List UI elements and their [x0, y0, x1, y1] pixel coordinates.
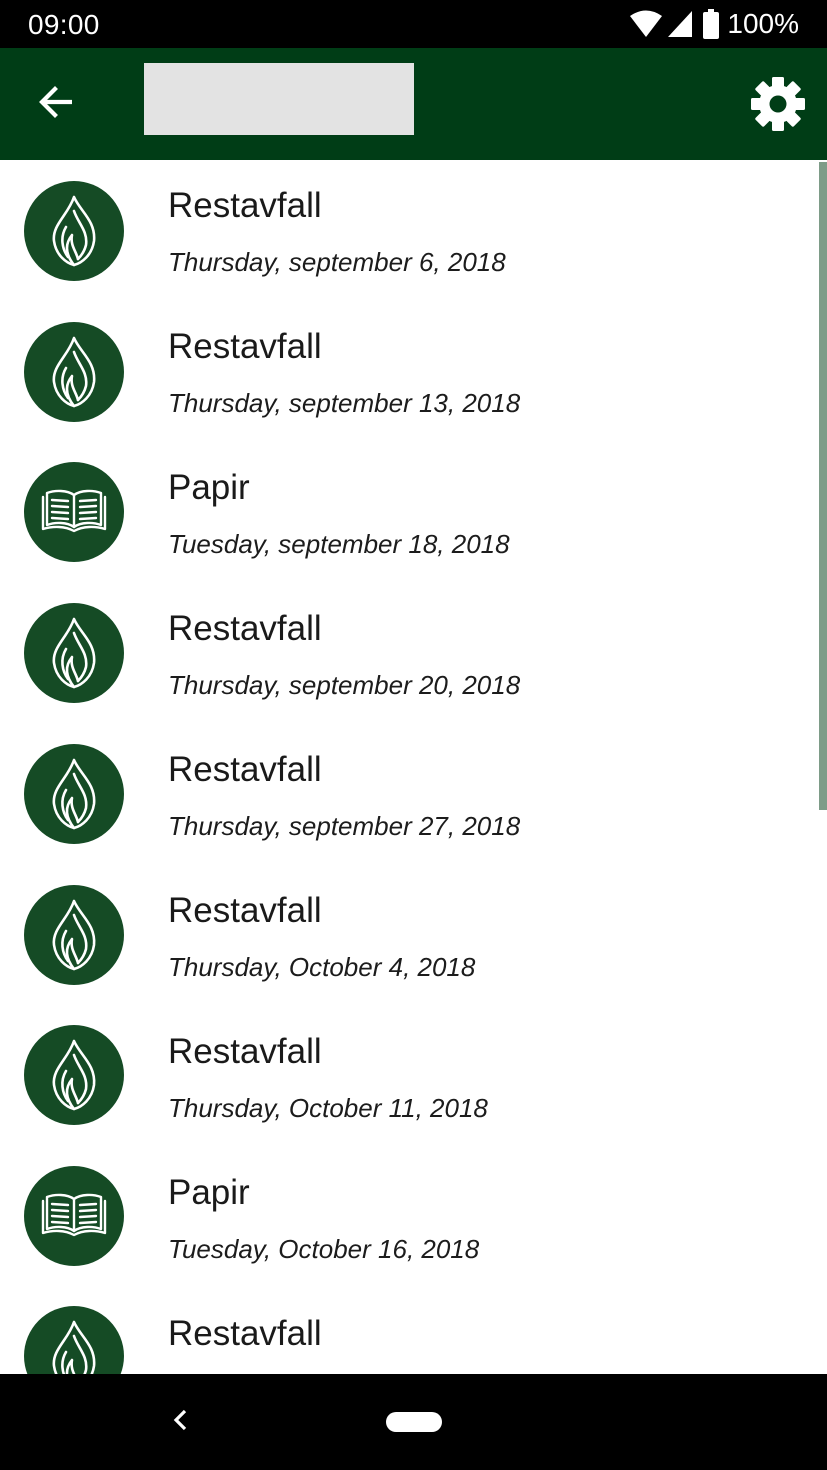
- home-pill-icon[interactable]: [386, 1412, 442, 1432]
- papir-avatar: [24, 462, 124, 562]
- status-time: 09:00: [28, 9, 100, 40]
- arrow-left-icon: [38, 85, 74, 123]
- nav-back-icon: [171, 1408, 189, 1437]
- item-date: Tuesday, september 18, 2018: [168, 529, 510, 559]
- back-button[interactable]: [26, 74, 86, 134]
- list-item[interactable]: Restavfall Thursday, september 13, 2018: [0, 301, 819, 442]
- status-bar: 09:00 100%: [0, 0, 827, 48]
- item-date: Thursday, september 27, 2018: [168, 811, 521, 841]
- restavfall-avatar: [24, 1025, 124, 1125]
- item-type: Restavfall: [168, 891, 322, 930]
- item-date: Thursday, October 4, 2018: [168, 952, 476, 982]
- list-item[interactable]: Restavfall Thursday, september 27, 2018: [0, 724, 819, 865]
- app-bar: [0, 48, 827, 160]
- restavfall-avatar: [24, 322, 124, 422]
- book-icon: [39, 485, 109, 540]
- papir-avatar: [24, 1166, 124, 1266]
- signal-icon: [667, 10, 693, 38]
- flame-icon: [44, 330, 104, 415]
- item-type: Restavfall: [168, 1032, 322, 1071]
- item-type: Papir: [168, 1173, 250, 1212]
- page-title-placeholder: [144, 63, 414, 135]
- list-item[interactable]: Papir Tuesday, October 16, 2018: [0, 1147, 819, 1288]
- item-type: Restavfall: [168, 750, 322, 789]
- flame-icon: [44, 1314, 104, 1374]
- list-item[interactable]: Restavfall Thursday, september 20, 2018: [0, 583, 819, 724]
- list-item[interactable]: Restavfall: [0, 1288, 819, 1374]
- battery-percent: 100%: [727, 8, 799, 39]
- nav-back-button[interactable]: [160, 1399, 200, 1445]
- list-item[interactable]: Restavfall Thursday, september 6, 2018: [0, 160, 819, 301]
- item-date: Thursday, september 20, 2018: [168, 670, 521, 700]
- item-type: Papir: [168, 468, 250, 507]
- list-item[interactable]: Restavfall Thursday, October 4, 2018: [0, 865, 819, 1006]
- restavfall-avatar: [24, 603, 124, 703]
- item-date: Thursday, september 13, 2018: [168, 388, 521, 418]
- item-date: Thursday, september 6, 2018: [168, 247, 506, 277]
- flame-icon: [44, 189, 104, 274]
- restavfall-avatar: [24, 885, 124, 985]
- flame-icon: [44, 752, 104, 837]
- scrollbar[interactable]: [819, 162, 827, 810]
- settings-button[interactable]: [742, 70, 814, 142]
- item-type: Restavfall: [168, 327, 322, 366]
- item-date: Tuesday, October 16, 2018: [168, 1234, 480, 1264]
- system-nav-bar: [0, 1374, 827, 1470]
- item-type: Restavfall: [168, 609, 322, 648]
- book-icon: [39, 1189, 109, 1244]
- list-item[interactable]: Papir Tuesday, september 18, 2018: [0, 442, 819, 583]
- item-type: Restavfall: [168, 186, 322, 225]
- item-date: Thursday, October 11, 2018: [168, 1093, 488, 1123]
- restavfall-avatar: [24, 1306, 124, 1374]
- battery-icon: [703, 9, 720, 39]
- list-item[interactable]: Restavfall Thursday, October 11, 2018: [0, 1006, 819, 1147]
- restavfall-avatar: [24, 181, 124, 281]
- wifi-icon: [629, 10, 663, 38]
- flame-icon: [44, 893, 104, 978]
- status-icons: 100%: [629, 8, 799, 39]
- gear-icon: [750, 76, 806, 137]
- item-type: Restavfall: [168, 1314, 322, 1353]
- flame-icon: [44, 611, 104, 696]
- restavfall-avatar: [24, 744, 124, 844]
- flame-icon: [44, 1033, 104, 1118]
- schedule-list[interactable]: Restavfall Thursday, september 6, 2018 R…: [0, 160, 827, 1374]
